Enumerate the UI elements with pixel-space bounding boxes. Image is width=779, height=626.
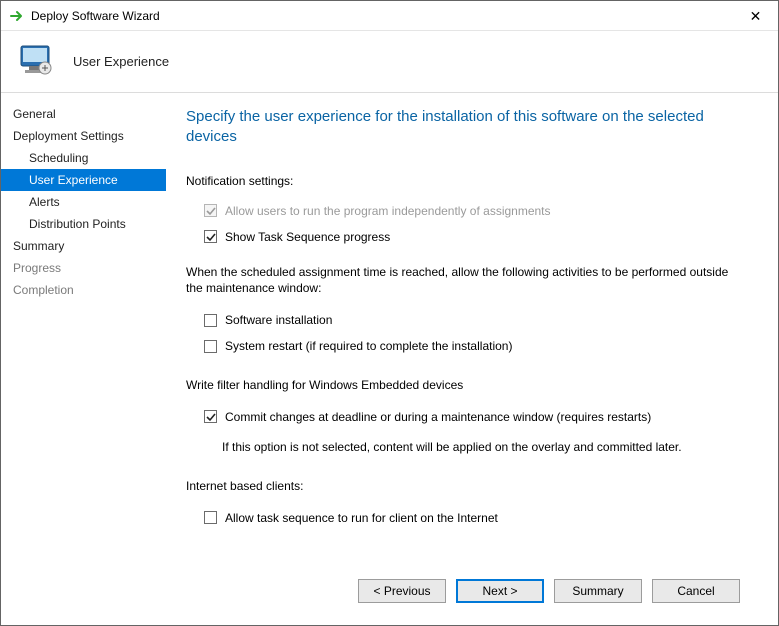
previous-button[interactable]: < Previous <box>358 579 446 603</box>
sidebar-item-alerts[interactable]: Alerts <box>1 191 166 213</box>
sidebar-item-progress[interactable]: Progress <box>1 257 166 279</box>
header-band: User Experience <box>1 31 778 93</box>
sidebar-item-scheduling[interactable]: Scheduling <box>1 147 166 169</box>
checkbox-system-restart[interactable] <box>204 340 217 353</box>
close-icon: ✕ <box>750 9 762 23</box>
next-button[interactable]: Next > <box>456 579 544 603</box>
checkbox-row-allow-internet[interactable]: Allow task sequence to run for client on… <box>204 511 756 525</box>
checkbox-allow-internet[interactable] <box>204 511 217 524</box>
cancel-button[interactable]: Cancel <box>652 579 740 603</box>
sidebar-item-summary[interactable]: Summary <box>1 235 166 257</box>
commit-hint-text: If this option is not selected, content … <box>222 440 742 454</box>
summary-button[interactable]: Summary <box>554 579 642 603</box>
checkbox-software-installation[interactable] <box>204 314 217 327</box>
checkbox-show-ts-progress[interactable] <box>204 230 217 243</box>
main-content: Specify the user experience for the inst… <box>166 93 778 625</box>
checkbox-row-allow-independent: Allow users to run the program independe… <box>204 204 756 218</box>
sidebar-item-general[interactable]: General <box>1 103 166 125</box>
maintenance-window-paragraph: When the scheduled assignment time is re… <box>186 264 746 298</box>
checkbox-row-software-installation[interactable]: Software installation <box>204 313 756 327</box>
footer-buttons: < Previous Next > Summary Cancel <box>186 567 756 615</box>
check-icon <box>206 412 216 422</box>
checkbox-label: Allow task sequence to run for client on… <box>225 511 498 525</box>
checkbox-row-show-ts-progress[interactable]: Show Task Sequence progress <box>204 230 756 244</box>
internet-clients-label: Internet based clients: <box>186 478 746 495</box>
checkbox-label: System restart (if required to complete … <box>225 339 512 353</box>
notification-settings-label: Notification settings: <box>186 174 756 188</box>
checkbox-label: Software installation <box>225 313 332 327</box>
checkbox-commit-changes[interactable] <box>204 410 217 423</box>
check-icon <box>206 206 216 216</box>
app-arrow-icon <box>9 8 25 24</box>
checkbox-row-system-restart[interactable]: System restart (if required to complete … <box>204 339 756 353</box>
checkbox-allow-independent <box>204 204 217 217</box>
page-heading: Specify the user experience for the inst… <box>186 107 756 148</box>
sidebar-item-completion[interactable]: Completion <box>1 279 166 301</box>
checkbox-label: Allow users to run the program independe… <box>225 204 551 218</box>
check-icon <box>206 232 216 242</box>
page-title: User Experience <box>73 54 169 69</box>
body: General Deployment Settings Scheduling U… <box>1 93 778 625</box>
sidebar-item-distribution-points[interactable]: Distribution Points <box>1 213 166 235</box>
sidebar-item-user-experience[interactable]: User Experience <box>1 169 166 191</box>
close-button[interactable]: ✕ <box>733 1 778 30</box>
write-filter-label: Write filter handling for Windows Embedd… <box>186 377 746 394</box>
checkbox-label: Commit changes at deadline or during a m… <box>225 410 651 424</box>
window-title: Deploy Software Wizard <box>31 9 733 23</box>
checkbox-row-commit-changes[interactable]: Commit changes at deadline or during a m… <box>204 410 756 424</box>
sidebar-item-deployment-settings[interactable]: Deployment Settings <box>1 125 166 147</box>
monitor-icon <box>15 40 59 84</box>
checkbox-label: Show Task Sequence progress <box>225 230 390 244</box>
sidebar: General Deployment Settings Scheduling U… <box>1 93 166 625</box>
titlebar: Deploy Software Wizard ✕ <box>1 1 778 31</box>
